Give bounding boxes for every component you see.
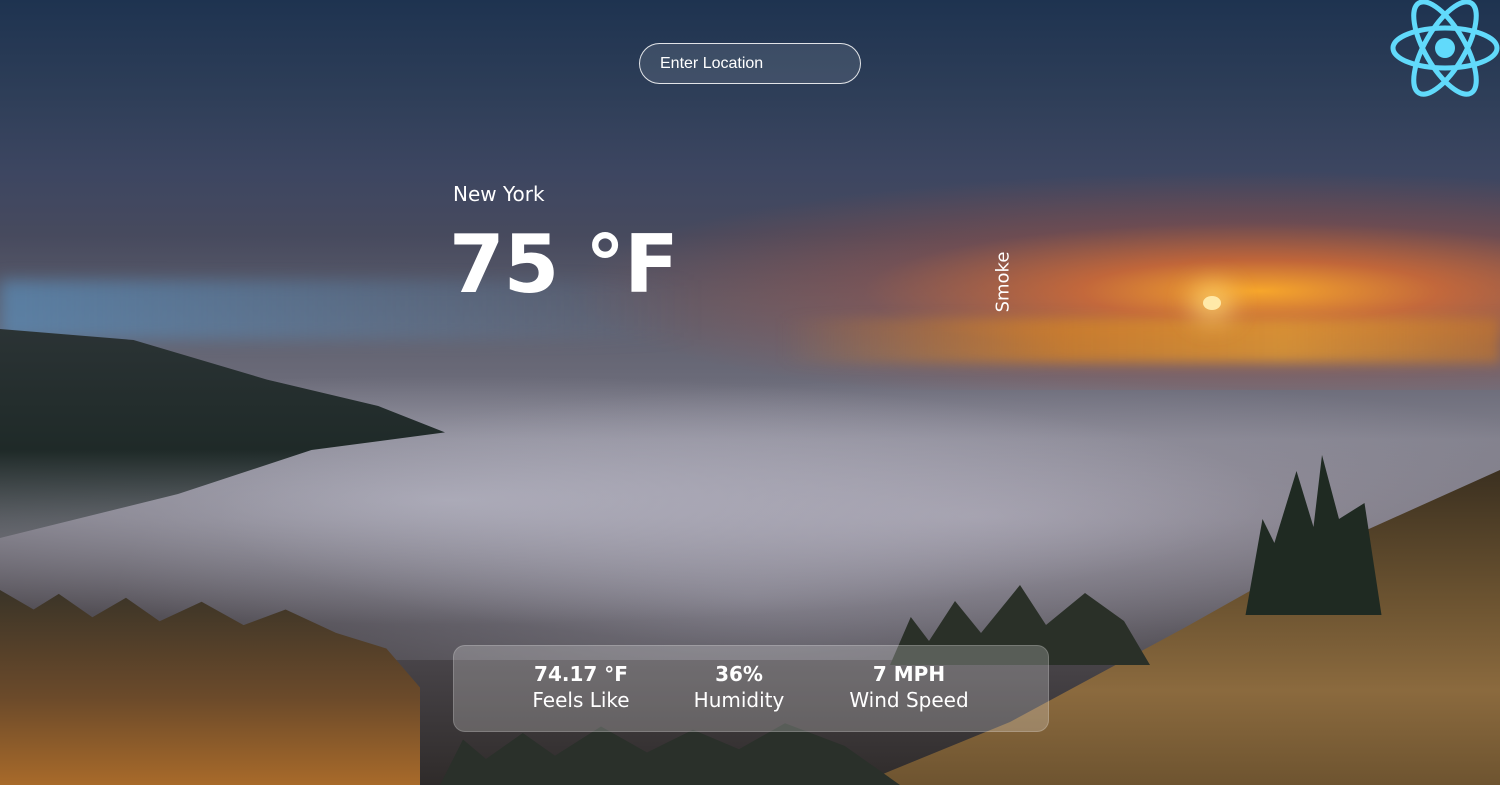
weather-description: Smoke	[992, 251, 1014, 313]
humidity-stat: 36% Humidity	[694, 662, 785, 712]
feels-like-value: 74.17 °F	[534, 662, 628, 686]
weather-stats-panel: 74.17 °F Feels Like 36% Humidity 7 MPH W…	[453, 645, 1049, 732]
wind-speed-label: Wind Speed	[849, 688, 969, 712]
react-logo-icon	[1390, 0, 1500, 97]
feels-like-label: Feels Like	[532, 688, 630, 712]
humidity-label: Humidity	[693, 688, 785, 712]
city-name: New York	[453, 182, 545, 206]
location-search-input[interactable]	[639, 43, 861, 84]
temperature-value: 75 °F	[449, 218, 679, 311]
feels-like-stat: 74.17 °F Feels Like	[532, 662, 629, 712]
wind-speed-stat: 7 MPH Wind Speed	[849, 662, 968, 712]
humidity-value: 36%	[715, 662, 763, 686]
wind-speed-value: 7 MPH	[872, 662, 946, 686]
